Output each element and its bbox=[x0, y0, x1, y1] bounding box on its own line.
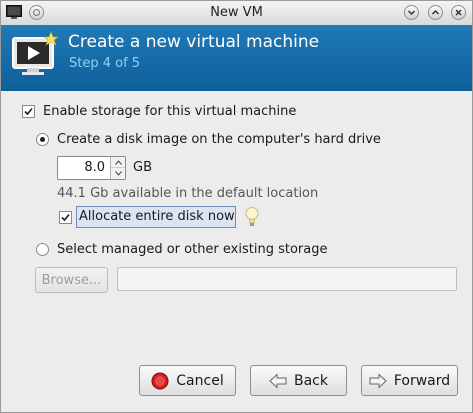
chevron-up-icon bbox=[431, 9, 440, 15]
enable-storage-checkbox[interactable] bbox=[22, 105, 35, 118]
create-disk-row[interactable]: Create a disk image on the computer's ha… bbox=[36, 132, 381, 147]
check-icon bbox=[61, 213, 70, 222]
chevron-down-icon bbox=[407, 10, 416, 16]
close-icon bbox=[455, 9, 462, 16]
create-disk-label: Create a disk image on the computer's ha… bbox=[57, 132, 381, 147]
storage-path-field[interactable] bbox=[117, 267, 457, 291]
close-button[interactable] bbox=[451, 5, 466, 20]
available-space-hint: 44.1 Gb available in the default locatio… bbox=[57, 186, 319, 201]
allocate-disk-checkbox[interactable] bbox=[59, 211, 72, 224]
cancel-button[interactable]: Cancel bbox=[139, 365, 236, 396]
disk-size-unit: GB bbox=[133, 160, 152, 175]
wizard-title: Create a new virtual machine bbox=[68, 32, 320, 52]
arrow-down-icon bbox=[114, 171, 122, 176]
spinner-down-button[interactable] bbox=[111, 168, 125, 179]
vm-monitor-icon bbox=[12, 31, 59, 75]
enable-storage-label: Enable storage for this virtual machine bbox=[43, 104, 297, 119]
title-bar: New VM bbox=[1, 1, 472, 26]
minimize-button[interactable] bbox=[404, 5, 419, 20]
wizard-banner: Create a new virtual machine Step 4 of 5 bbox=[1, 25, 472, 91]
window-title: New VM bbox=[210, 5, 263, 20]
enable-storage-row[interactable]: Enable storage for this virtual machine bbox=[22, 104, 296, 119]
allocate-row[interactable] bbox=[59, 211, 72, 224]
arrow-up-icon bbox=[114, 159, 122, 165]
managed-storage-label: Select managed or other existing storage bbox=[57, 242, 328, 257]
spinner-up-button[interactable] bbox=[111, 157, 125, 168]
wizard-step: Step 4 of 5 bbox=[69, 56, 141, 71]
managed-storage-row[interactable]: Select managed or other existing storage bbox=[36, 242, 327, 257]
new-vm-window: New VM Create a new virtual machine Step… bbox=[0, 0, 473, 413]
forward-label: Forward bbox=[393, 372, 451, 389]
back-label: Back bbox=[294, 372, 328, 389]
spinner-buttons bbox=[110, 157, 125, 179]
cancel-label: Cancel bbox=[176, 372, 224, 389]
create-disk-radio[interactable] bbox=[36, 133, 49, 146]
arrow-left-icon bbox=[269, 372, 287, 389]
browse-button[interactable]: Browse... bbox=[35, 267, 108, 293]
arrow-right-icon bbox=[369, 372, 387, 389]
managed-storage-radio[interactable] bbox=[36, 243, 49, 256]
disk-size-spinner[interactable]: 8.0 bbox=[57, 156, 126, 180]
stop-icon bbox=[151, 372, 169, 389]
maximize-button[interactable] bbox=[428, 5, 443, 20]
disk-size-value[interactable]: 8.0 bbox=[84, 160, 105, 175]
allocate-disk-label[interactable]: Allocate entire disk now bbox=[76, 206, 236, 228]
lightbulb-icon bbox=[245, 207, 259, 226]
check-icon bbox=[24, 107, 33, 116]
forward-button[interactable]: Forward bbox=[361, 365, 458, 396]
back-button[interactable]: Back bbox=[250, 365, 347, 396]
